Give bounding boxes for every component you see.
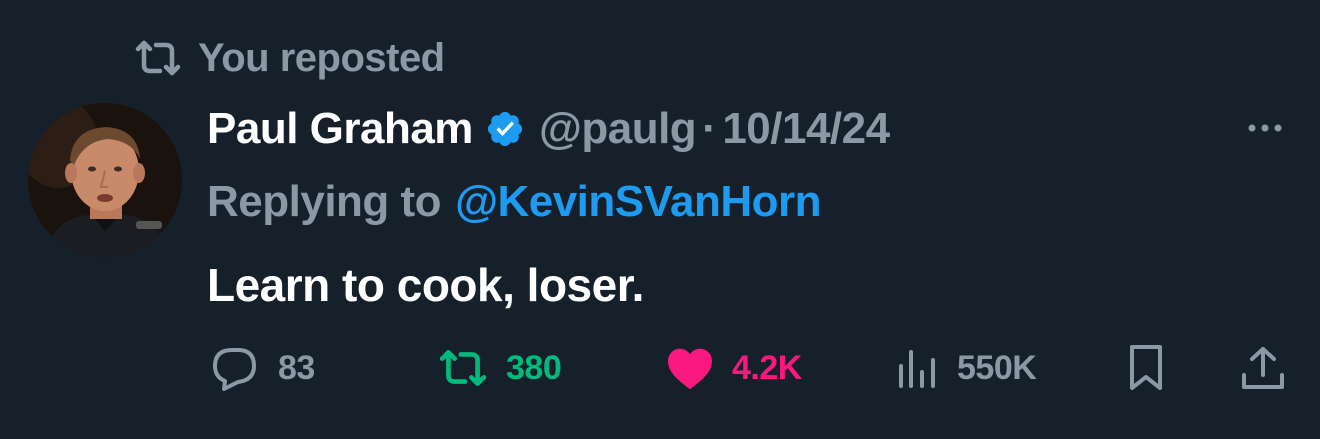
reply-icon (210, 344, 260, 392)
repost-header: You reposted (134, 32, 445, 84)
verified-badge-icon[interactable] (485, 109, 525, 149)
replying-to-label: Replying to (207, 177, 442, 226)
repost-count: 380 (506, 348, 562, 387)
bookmark-button[interactable] (1124, 338, 1168, 398)
tweet-text: Learn to cook, loser. (207, 259, 644, 311)
repost-icon (438, 348, 488, 388)
reply-context: Replying to @KevinSVanHorn (207, 172, 822, 232)
tweet-card[interactable]: You reposted Paul Graham @paulg · 10/14/… (0, 0, 1320, 439)
views-button[interactable]: 550K (895, 338, 1037, 398)
more-options-icon[interactable] (1240, 113, 1290, 143)
author-display-name[interactable]: Paul Graham (207, 104, 473, 154)
avatar[interactable] (28, 103, 182, 257)
share-button[interactable] (1238, 338, 1288, 398)
author-handle[interactable]: @paulg (539, 104, 697, 154)
reply-count: 83 (278, 348, 315, 387)
reply-button[interactable]: 83 (210, 338, 315, 398)
share-icon (1238, 343, 1288, 393)
tweet-date[interactable]: 10/14/24 (722, 104, 890, 154)
views-count: 550K (957, 348, 1037, 387)
repost-label: You reposted (198, 35, 445, 80)
repost-icon (134, 39, 182, 77)
bookmark-icon (1124, 343, 1168, 393)
replying-to-user-link[interactable]: @KevinSVanHorn (455, 177, 822, 227)
repost-button[interactable]: 380 (438, 338, 562, 398)
separator-dot: · (702, 104, 717, 153)
tweet-header: Paul Graham @paulg · 10/14/24 (207, 98, 890, 160)
heart-icon (666, 346, 714, 390)
views-icon (895, 346, 939, 390)
like-button[interactable]: 4.2K (666, 338, 802, 398)
like-count: 4.2K (732, 348, 802, 387)
